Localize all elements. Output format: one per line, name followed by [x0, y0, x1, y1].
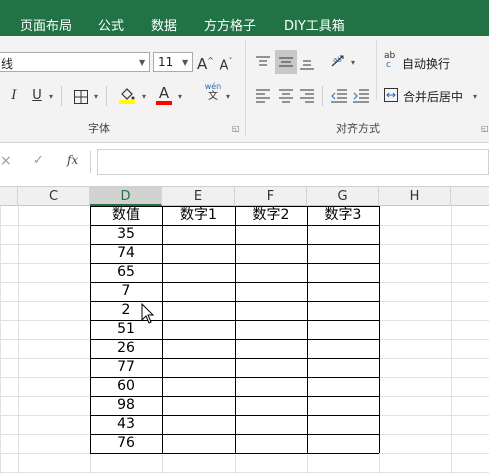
- wrap-text-icon: c: [386, 60, 391, 70]
- divider: [61, 86, 62, 106]
- align-middle-button[interactable]: [275, 50, 297, 74]
- align-middle-icon: [279, 57, 293, 67]
- underline-button[interactable]: U: [30, 88, 44, 104]
- merge-cells-icon: [384, 88, 398, 102]
- align-left-button[interactable]: [256, 88, 270, 103]
- value-cell[interactable]: 35: [90, 225, 162, 244]
- text-orientation-icon: ab: [331, 55, 344, 67]
- group-separator: [376, 40, 377, 100]
- value-cell[interactable]: 7: [90, 282, 162, 301]
- chevron-down-icon[interactable]: ▾: [178, 92, 182, 101]
- tab-formulas[interactable]: 公式: [98, 15, 124, 34]
- tab-page-layout[interactable]: 页面布局: [20, 15, 72, 34]
- phonetic-bottom: 文: [208, 91, 218, 102]
- chevron-down-icon[interactable]: ▾: [351, 58, 355, 67]
- increase-indent-icon: [353, 89, 369, 103]
- group-separator: [245, 40, 246, 136]
- font-color-button[interactable]: A: [156, 85, 172, 105]
- font-size-value: 11: [158, 55, 174, 69]
- cancel-icon[interactable]: ×: [0, 153, 12, 169]
- dialog-launcher-icon[interactable]: ◱: [481, 124, 489, 133]
- mouse-cursor-icon: [141, 303, 155, 324]
- column-header-row: C D E F G H: [0, 186, 489, 206]
- ribbon-home: 线 ▼ 11 ▼ A^ Aˇ I U ▾ ▾ ▾ A ▾ wén 文 ▾ 字体 …: [0, 36, 489, 143]
- divider: [90, 151, 91, 173]
- align-left-icon: [256, 89, 270, 103]
- align-bottom-button[interactable]: [300, 55, 314, 70]
- value-cell[interactable]: 65: [90, 263, 162, 282]
- align-bottom-icon: [300, 60, 314, 70]
- wrap-text-label: 自动换行: [402, 57, 451, 71]
- shrink-font-button[interactable]: Aˇ: [218, 54, 234, 74]
- chevron-down-icon[interactable]: ▾: [226, 92, 230, 101]
- chevron-down-icon[interactable]: ▾: [473, 92, 477, 101]
- chevron-down-icon[interactable]: ▾: [49, 92, 53, 101]
- value-cell[interactable]: 76: [90, 434, 162, 453]
- value-cell[interactable]: 43: [90, 415, 162, 434]
- align-top-icon: [256, 56, 270, 66]
- column-header-h[interactable]: H: [379, 187, 451, 206]
- font-color-swatch: [156, 101, 172, 105]
- font-size-field[interactable]: 11 ▼: [153, 52, 193, 72]
- column-header-g[interactable]: G: [307, 187, 379, 206]
- tab-fangfang[interactable]: 方方格子: [204, 15, 256, 34]
- alignment-group-label: 对齐方式: [336, 122, 380, 135]
- font-color-a-icon: A: [158, 84, 170, 102]
- header-cell[interactable]: 数字3: [307, 206, 379, 225]
- border-button[interactable]: [74, 89, 88, 104]
- insert-function-icon[interactable]: fx: [67, 153, 78, 167]
- font-name-field[interactable]: 线 ▼: [0, 52, 150, 72]
- decrease-indent-button[interactable]: [331, 88, 347, 103]
- increase-indent-button[interactable]: [353, 88, 369, 103]
- column-header-f[interactable]: F: [235, 187, 307, 206]
- divider: [322, 86, 323, 106]
- value-cell[interactable]: 26: [90, 339, 162, 358]
- formula-input[interactable]: [97, 149, 489, 175]
- fill-color-swatch: [119, 100, 135, 104]
- chevron-down-icon[interactable]: ▼: [182, 58, 188, 67]
- align-center-icon: [279, 89, 293, 103]
- value-cell[interactable]: 77: [90, 358, 162, 377]
- header-cell[interactable]: 数值: [90, 206, 162, 225]
- align-top-button[interactable]: [256, 55, 270, 69]
- merge-center-label: 合并后居中: [403, 90, 464, 104]
- fill-color-button[interactable]: [119, 86, 135, 105]
- align-right-icon: [300, 89, 314, 103]
- dialog-launcher-icon[interactable]: ◱: [232, 124, 240, 133]
- font-name-value: 线: [1, 57, 14, 71]
- svg-text:ab: ab: [333, 56, 342, 64]
- value-cell[interactable]: 60: [90, 377, 162, 396]
- column-header-c[interactable]: C: [18, 187, 90, 206]
- enter-icon[interactable]: ✓: [33, 153, 44, 168]
- grow-font-button[interactable]: A^: [197, 53, 214, 73]
- header-cell[interactable]: 数字1: [162, 206, 235, 225]
- header-cell[interactable]: 数字2: [235, 206, 307, 225]
- chevron-down-icon[interactable]: ▾: [94, 92, 98, 101]
- align-right-button[interactable]: [300, 88, 314, 103]
- border-grid-icon: [74, 90, 88, 104]
- divider: [106, 86, 107, 106]
- value-cell[interactable]: 98: [90, 396, 162, 415]
- value-cell[interactable]: 74: [90, 244, 162, 263]
- column-header-b[interactable]: [0, 187, 18, 206]
- ribbon-tab-bar: 页面布局 公式 数据 方方格子 DIY工具箱: [0, 6, 489, 36]
- wrap-text-button[interactable]: ab c 自动换行: [384, 51, 454, 73]
- formula-controls: × ✓ fx: [0, 149, 92, 175]
- italic-button[interactable]: I: [8, 88, 20, 104]
- align-center-button[interactable]: [279, 88, 293, 103]
- chevron-down-icon[interactable]: ▾: [142, 92, 146, 101]
- tab-diy-toolbox[interactable]: DIY工具箱: [284, 15, 345, 34]
- column-header-e[interactable]: E: [162, 187, 235, 206]
- grow-font-label: A: [197, 55, 208, 73]
- chevron-down-icon[interactable]: ▼: [139, 58, 145, 67]
- phonetic-button[interactable]: wén 文: [203, 82, 223, 108]
- tab-data[interactable]: 数据: [151, 15, 177, 34]
- merge-center-button[interactable]: 合并后居中 ▾: [384, 86, 489, 106]
- orientation-button[interactable]: ab: [330, 53, 348, 69]
- column-header-d[interactable]: D: [90, 187, 162, 206]
- decrease-indent-icon: [331, 89, 347, 103]
- data-table: 数值 数字1 数字2 数字3 35 74 65 7 2 51 26 77 60 …: [0, 206, 489, 474]
- font-group-label: 字体: [88, 122, 110, 135]
- column-header-i[interactable]: [451, 187, 489, 206]
